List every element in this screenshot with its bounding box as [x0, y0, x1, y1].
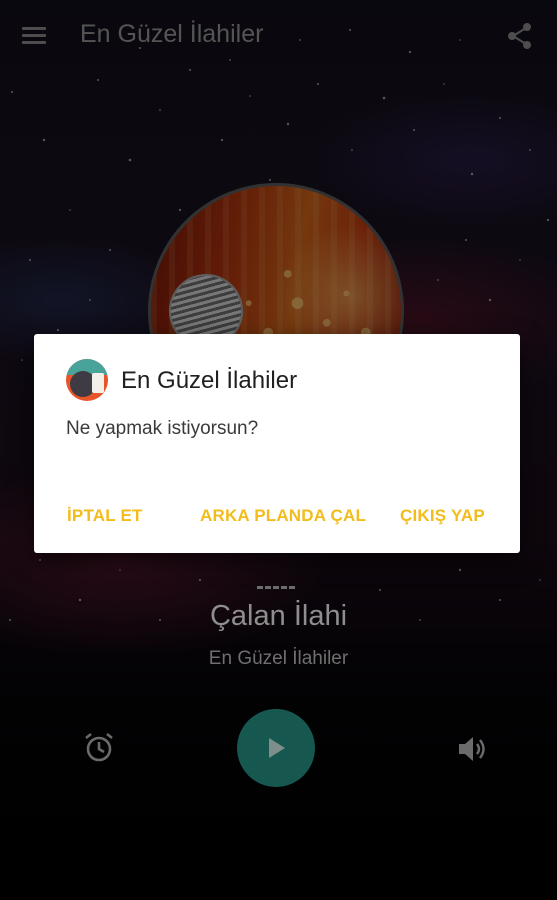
app-logo-icon [66, 359, 108, 401]
play-icon [269, 738, 285, 758]
play-button[interactable] [237, 709, 315, 787]
song-separator [257, 586, 295, 592]
exit-dialog: En Güzel İlahiler Ne yapmak istiyorsun? … [34, 334, 520, 553]
dialog-title: En Güzel İlahiler [121, 367, 298, 394]
play-in-background-button[interactable]: ARKA PLANDA ÇAL [200, 506, 366, 526]
dialog-message: Ne yapmak istiyorsun? [66, 418, 259, 439]
cancel-button[interactable]: İPTAL ET [67, 506, 143, 526]
volume-icon[interactable] [455, 732, 489, 766]
exit-button[interactable]: ÇIKIŞ YAP [400, 506, 485, 526]
alarm-clock-icon[interactable] [82, 730, 116, 764]
song-artist: En Güzel İlahiler [208, 648, 349, 669]
song-title: Çalan İlahi [209, 600, 348, 632]
